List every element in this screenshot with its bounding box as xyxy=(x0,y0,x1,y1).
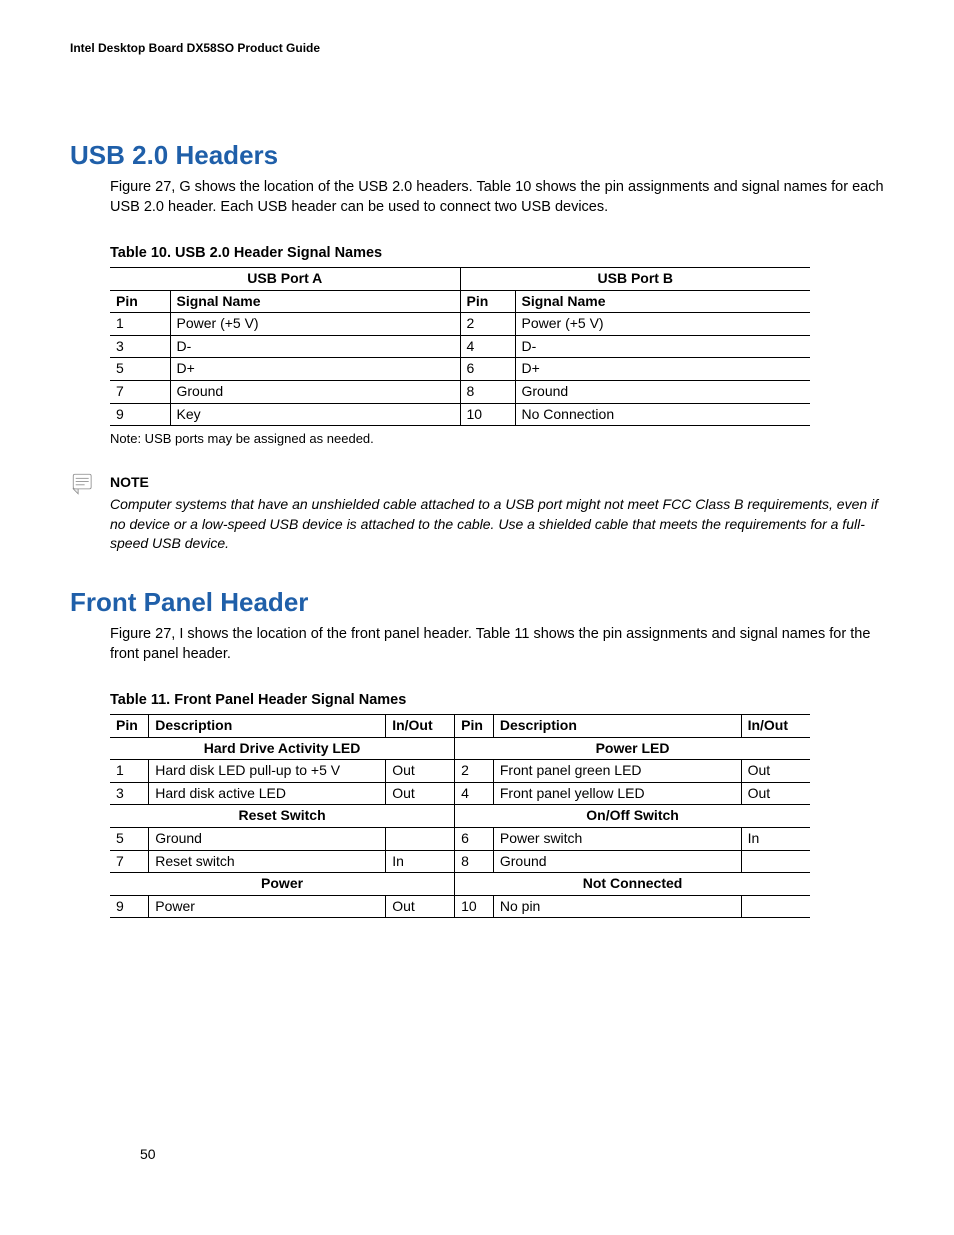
table-row: Hard disk active LED xyxy=(149,782,386,805)
table-row: D+ xyxy=(170,358,460,381)
t11-col-desc-r: Description xyxy=(493,715,741,738)
table-row: In xyxy=(741,828,810,851)
table-row: 6 xyxy=(460,358,515,381)
front-panel-paragraph: Figure 27, I shows the location of the f… xyxy=(110,624,884,665)
note-heading: NOTE xyxy=(110,473,884,493)
table-row: Ground xyxy=(170,381,460,404)
table-row: Front panel green LED xyxy=(493,760,741,783)
table-row: No pin xyxy=(493,895,741,918)
table-row: Key xyxy=(170,403,460,426)
t11-col-desc-l: Description xyxy=(149,715,386,738)
table10-col-pin-a: Pin xyxy=(110,290,170,313)
table-row: Power switch xyxy=(493,828,741,851)
table10-col-sig-b: Signal Name xyxy=(515,290,810,313)
table10-head-port-b: USB Port B xyxy=(460,268,810,291)
table-row: D+ xyxy=(515,358,810,381)
table-group-head: Reset Switch xyxy=(110,805,455,828)
table-row: Out xyxy=(741,760,810,783)
table-row: 5 xyxy=(110,828,149,851)
table10-col-pin-b: Pin xyxy=(460,290,515,313)
page-number: 50 xyxy=(140,1145,156,1165)
t11-col-pin-r: Pin xyxy=(455,715,494,738)
section-title-usb: USB 2.0 Headers xyxy=(70,137,884,173)
table-row: 1 xyxy=(110,313,170,336)
table-group-head: Not Connected xyxy=(455,873,810,896)
table-row: 7 xyxy=(110,850,149,873)
table10-col-sig-a: Signal Name xyxy=(170,290,460,313)
table-row: Out xyxy=(741,782,810,805)
table-row: Reset switch xyxy=(149,850,386,873)
table-row: 3 xyxy=(110,335,170,358)
table-row: 8 xyxy=(455,850,494,873)
table-group-head: Power xyxy=(110,873,455,896)
table-row: 8 xyxy=(460,381,515,404)
table-row: 4 xyxy=(455,782,494,805)
table-row: Power (+5 V) xyxy=(515,313,810,336)
table10: USB Port A USB Port B Pin Signal Name Pi… xyxy=(110,267,810,426)
note-body: Computer systems that have an unshielded… xyxy=(110,495,884,554)
table-row: 3 xyxy=(110,782,149,805)
table-row: No Connection xyxy=(515,403,810,426)
table-row: 5 xyxy=(110,358,170,381)
running-header: Intel Desktop Board DX58SO Product Guide xyxy=(70,40,884,57)
table-row: Out xyxy=(386,782,455,805)
table-row: 9 xyxy=(110,895,149,918)
table11: Pin Description In/Out Pin Description I… xyxy=(110,714,810,918)
table-row: 10 xyxy=(455,895,494,918)
section-title-front-panel: Front Panel Header xyxy=(70,584,884,620)
table-group-head: On/Off Switch xyxy=(455,805,810,828)
t11-col-pin-l: Pin xyxy=(110,715,149,738)
usb-paragraph: Figure 27, G shows the location of the U… xyxy=(110,177,884,218)
table-row: Hard disk LED pull-up to +5 V xyxy=(149,760,386,783)
table-row: 2 xyxy=(455,760,494,783)
table-row: In xyxy=(386,850,455,873)
table11-caption: Table 11. Front Panel Header Signal Name… xyxy=(110,690,884,710)
table-row: Ground xyxy=(149,828,386,851)
table10-head-port-a: USB Port A xyxy=(110,268,460,291)
t11-col-io-r: In/Out xyxy=(741,715,810,738)
table-row: 9 xyxy=(110,403,170,426)
table-row: 10 xyxy=(460,403,515,426)
note-block: NOTE Computer systems that have an unshi… xyxy=(110,473,884,553)
table-row: Out xyxy=(386,895,455,918)
table-group-head: Hard Drive Activity LED xyxy=(110,737,455,760)
table-row: D- xyxy=(170,335,460,358)
table-row: 7 xyxy=(110,381,170,404)
table-group-head: Power LED xyxy=(455,737,810,760)
table-row: 1 xyxy=(110,760,149,783)
table-row: 2 xyxy=(460,313,515,336)
table-row xyxy=(741,895,810,918)
table-row: Ground xyxy=(515,381,810,404)
table-row: Power xyxy=(149,895,386,918)
table-row xyxy=(741,850,810,873)
table-row: Ground xyxy=(493,850,741,873)
table-row: Power (+5 V) xyxy=(170,313,460,336)
table-row: Out xyxy=(386,760,455,783)
table10-caption: Table 10. USB 2.0 Header Signal Names xyxy=(110,243,884,263)
table-row: D- xyxy=(515,335,810,358)
table10-footnote: Note: USB ports may be assigned as neede… xyxy=(110,430,884,448)
note-icon xyxy=(70,471,96,497)
table-row: Front panel yellow LED xyxy=(493,782,741,805)
table-row: 4 xyxy=(460,335,515,358)
table-row xyxy=(386,828,455,851)
table-row: 6 xyxy=(455,828,494,851)
t11-col-io-l: In/Out xyxy=(386,715,455,738)
